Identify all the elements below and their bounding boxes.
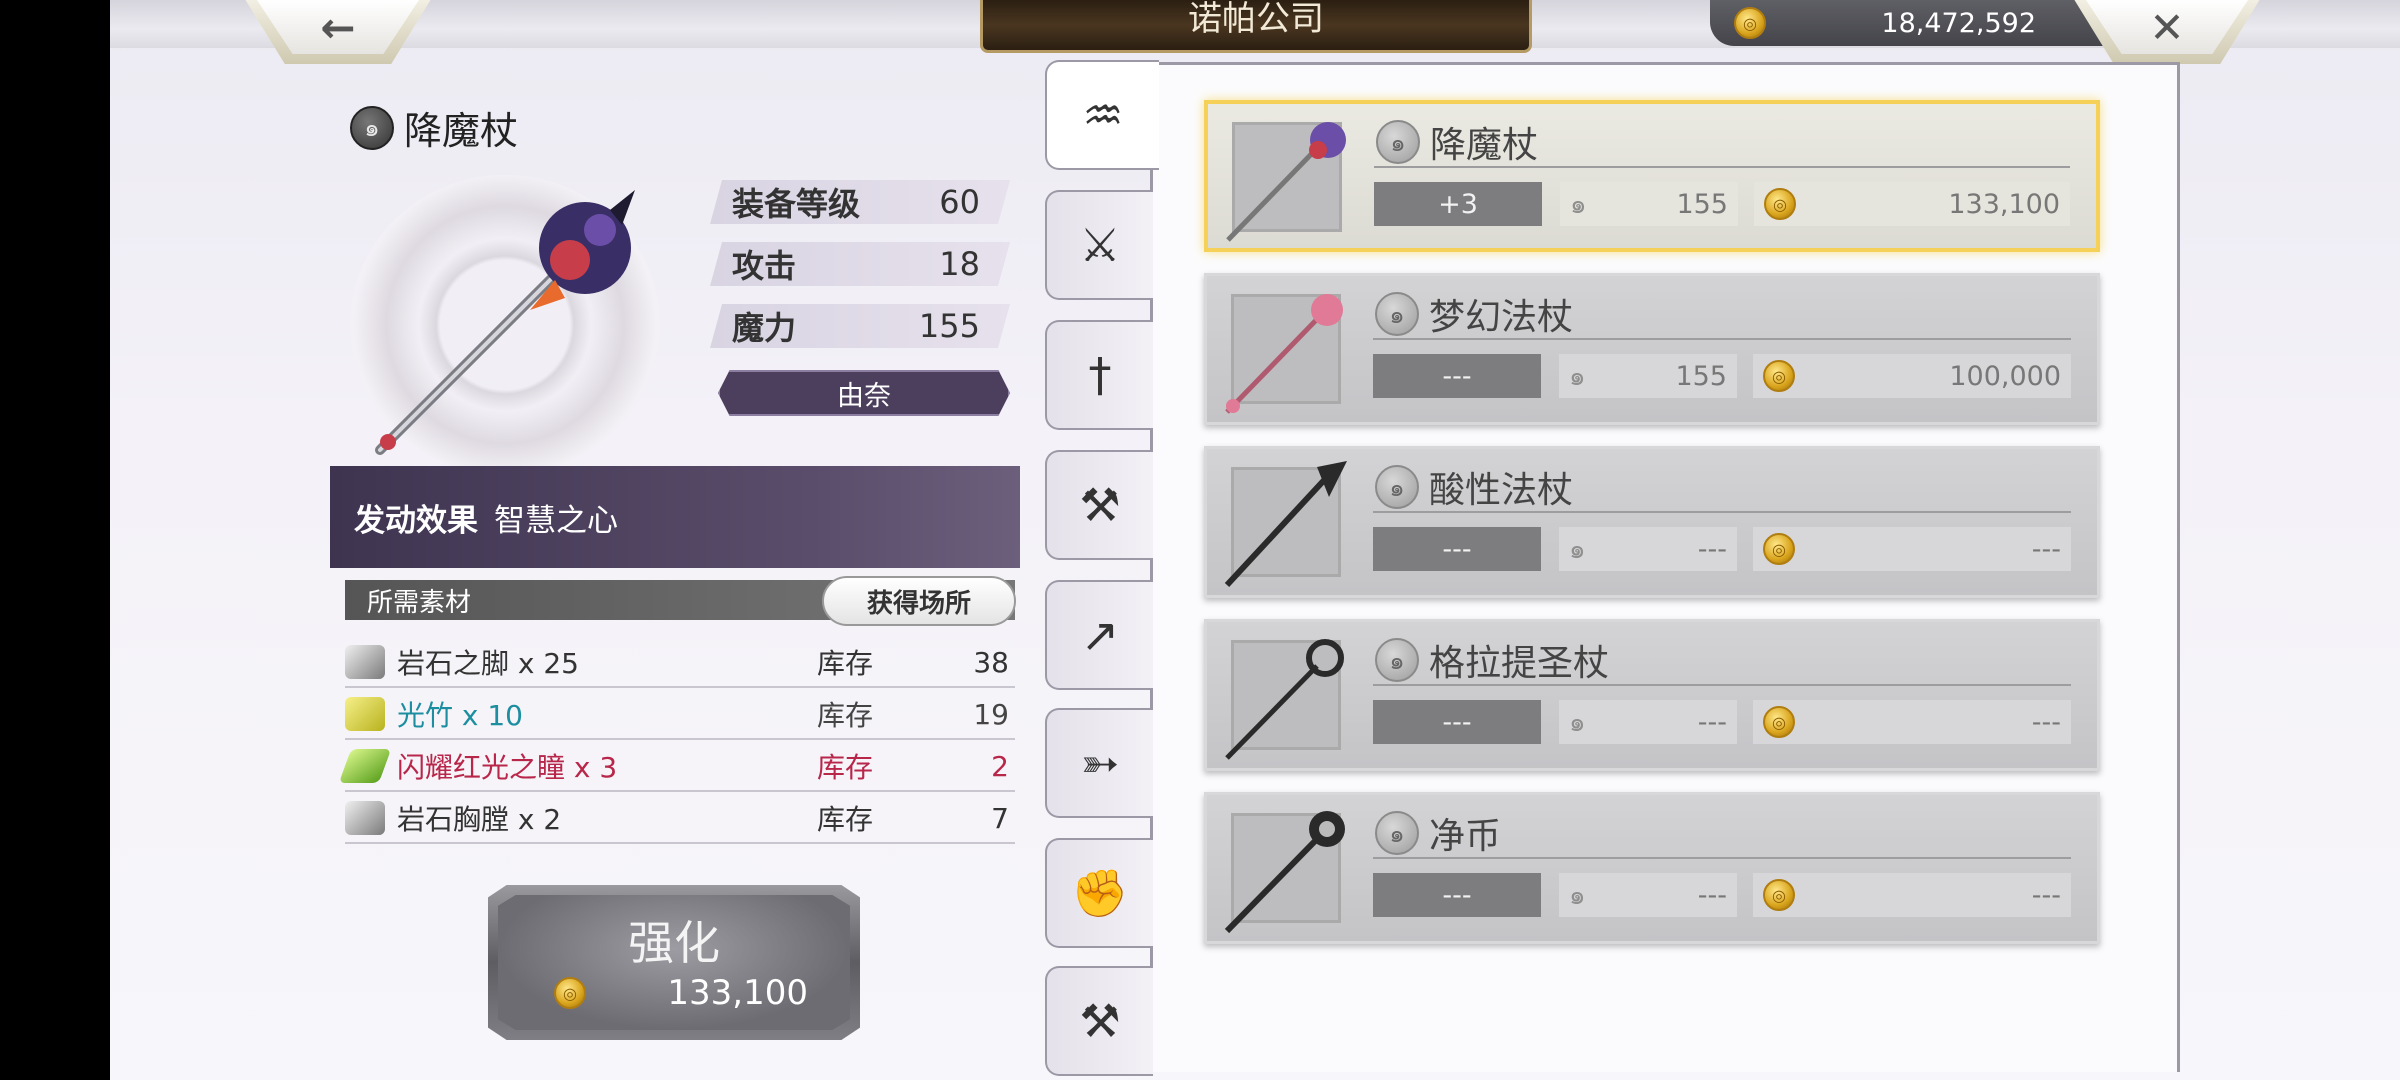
sword-icon: ⚔ [1079, 218, 1121, 272]
magic-icon: ๑ [1569, 707, 1586, 738]
enhance-label: 强化 [628, 916, 720, 970]
gold-amount: 18,472,592 [1881, 7, 2036, 39]
item-level: --- [1373, 700, 1541, 744]
hammer-icon: ⚒ [1079, 994, 1121, 1048]
item-name: 梦幻法杖 [1429, 297, 1574, 338]
stat-equip-level: 装备等级 60 [710, 180, 1010, 224]
acquire-location-button[interactable]: 获得场所 [822, 576, 1016, 626]
rod-icon: ๑ [1375, 465, 1419, 509]
staff-icon [1224, 811, 1345, 934]
rod-icon: ๑ [1375, 811, 1419, 855]
divider [1373, 338, 2071, 340]
staff-icon [1225, 294, 1343, 414]
item-level: +3 [1374, 182, 1542, 226]
stat-attack: 攻击 18 [710, 242, 1010, 286]
staff-icon [1225, 639, 1344, 760]
weapon-list-item[interactable]: ๑降魔杖 +3 ๑ 155 ◎ 133,100 [1204, 100, 2100, 252]
material-row[interactable]: 岩石之脚 x 25 库存 38 [345, 638, 1015, 688]
rock-material-icon [345, 801, 385, 835]
item-magic: ๑ --- [1559, 873, 1737, 917]
staff-icon [1224, 461, 1347, 588]
item-level: --- [1373, 527, 1541, 571]
divider [1373, 857, 2071, 859]
effect-banner: 发动效果 智慧之心 [330, 466, 1020, 568]
divider [1373, 511, 2071, 513]
item-level: --- [1373, 354, 1541, 398]
bamboo-material-icon [345, 697, 385, 731]
tab-fist[interactable]: ✊ [1045, 838, 1153, 948]
rod-icon: ๑ [1375, 638, 1419, 682]
staff-icon [1226, 122, 1346, 242]
shop-title: 诺帕公司 [980, 0, 1532, 53]
effect-value: 智慧之心 [494, 502, 618, 539]
gold-display: ◎ 18,472,592 [1710, 0, 2110, 46]
weapon-list-item[interactable]: ๑酸性法杖 --- ๑ --- ◎ --- [1204, 446, 2100, 598]
item-name: 酸性法杖 [1429, 470, 1574, 511]
tab-rod[interactable]: ♒ [1045, 60, 1159, 170]
item-level: --- [1373, 873, 1541, 917]
tab-hammer[interactable]: ⚒ [1045, 966, 1153, 1076]
tab-axe[interactable]: ⚒ [1045, 450, 1153, 560]
rod-icon: ๑ [1375, 292, 1419, 336]
material-row[interactable]: 闪耀红光之瞳 x 3 库存 2 [338, 742, 1015, 792]
owner-badge: 由奈 [718, 370, 1010, 416]
gold-coin-icon: ◎ [1764, 188, 1796, 220]
magic-icon: ๑ [1569, 880, 1586, 911]
gold-coin-icon: ◎ [1763, 879, 1795, 911]
rod-icon: ๑ [1376, 120, 1420, 164]
weapon-list-item[interactable]: ๑净币 --- ๑ --- ◎ --- [1204, 792, 2100, 944]
item-price: ◎ --- [1753, 700, 2071, 744]
divider [1374, 166, 2070, 168]
item-magic: ๑ --- [1559, 700, 1737, 744]
item-name: 降魔杖 [1430, 125, 1539, 166]
item-magic: ๑ --- [1559, 527, 1737, 571]
katana-icon: † [1088, 348, 1112, 402]
magic-icon: ๑ [1570, 189, 1587, 220]
gold-coin-icon: ◎ [554, 977, 586, 1009]
item-price: ◎ 133,100 [1754, 182, 2070, 226]
item-name: 格拉提圣杖 [1429, 643, 1610, 684]
gem-material-icon [338, 749, 392, 783]
spear-icon: ↗ [1080, 608, 1120, 662]
gold-coin-icon: ◎ [1763, 706, 1795, 738]
tab-katana[interactable]: † [1045, 320, 1153, 430]
item-price: ◎ --- [1753, 873, 2071, 917]
effect-label: 发动效果 [354, 502, 478, 539]
close-icon: ✕ [2086, 0, 2248, 54]
gold-coin-icon: ◎ [1734, 7, 1766, 39]
tab-sword[interactable]: ⚔ [1045, 190, 1153, 300]
tab-spear[interactable]: ↗ [1045, 580, 1153, 690]
item-name: 净币 [1429, 816, 1502, 857]
axe-icon: ⚒ [1079, 478, 1121, 532]
gold-coin-icon: ◎ [1763, 533, 1795, 565]
arrow-left-icon: ← [257, 0, 419, 54]
weapon-illustration [375, 190, 635, 455]
rod-icon: ๑ [350, 105, 394, 150]
item-price: ◎ --- [1753, 527, 2071, 571]
tab-bow[interactable]: ➳ [1045, 708, 1153, 818]
magic-icon: ๑ [1569, 534, 1586, 565]
stat-magic: 魔力 155 [710, 304, 1010, 348]
material-row[interactable]: 岩石胸膛 x 2 库存 7 [345, 794, 1015, 844]
gold-coin-icon: ◎ [1763, 360, 1795, 392]
item-magic: ๑ 155 [1560, 182, 1738, 226]
magic-icon: ๑ [1569, 361, 1586, 392]
weapon-list-item[interactable]: ๑梦幻法杖 --- ๑ 155 ◎ 100,000 [1204, 273, 2100, 425]
divider [1373, 684, 2071, 686]
item-magic: ๑ 155 [1559, 354, 1737, 398]
fist-icon: ✊ [1071, 865, 1129, 920]
enhance-cost: ◎ 133,100 [554, 973, 808, 1013]
rod-icon: ♒ [1082, 88, 1124, 142]
weapon-title: ๑ 降魔杖 [350, 100, 518, 155]
weapon-list-item[interactable]: ๑格拉提圣杖 --- ๑ --- ◎ --- [1204, 619, 2100, 771]
bow-icon: ➳ [1080, 736, 1120, 790]
weapon-name: 降魔杖 [404, 109, 519, 153]
material-row[interactable]: 光竹 x 10 库存 19 [345, 690, 1015, 740]
item-price: ◎ 100,000 [1753, 354, 2071, 398]
rock-material-icon [345, 645, 385, 679]
enhance-button[interactable]: 强化 ◎ 133,100 [488, 885, 860, 1040]
